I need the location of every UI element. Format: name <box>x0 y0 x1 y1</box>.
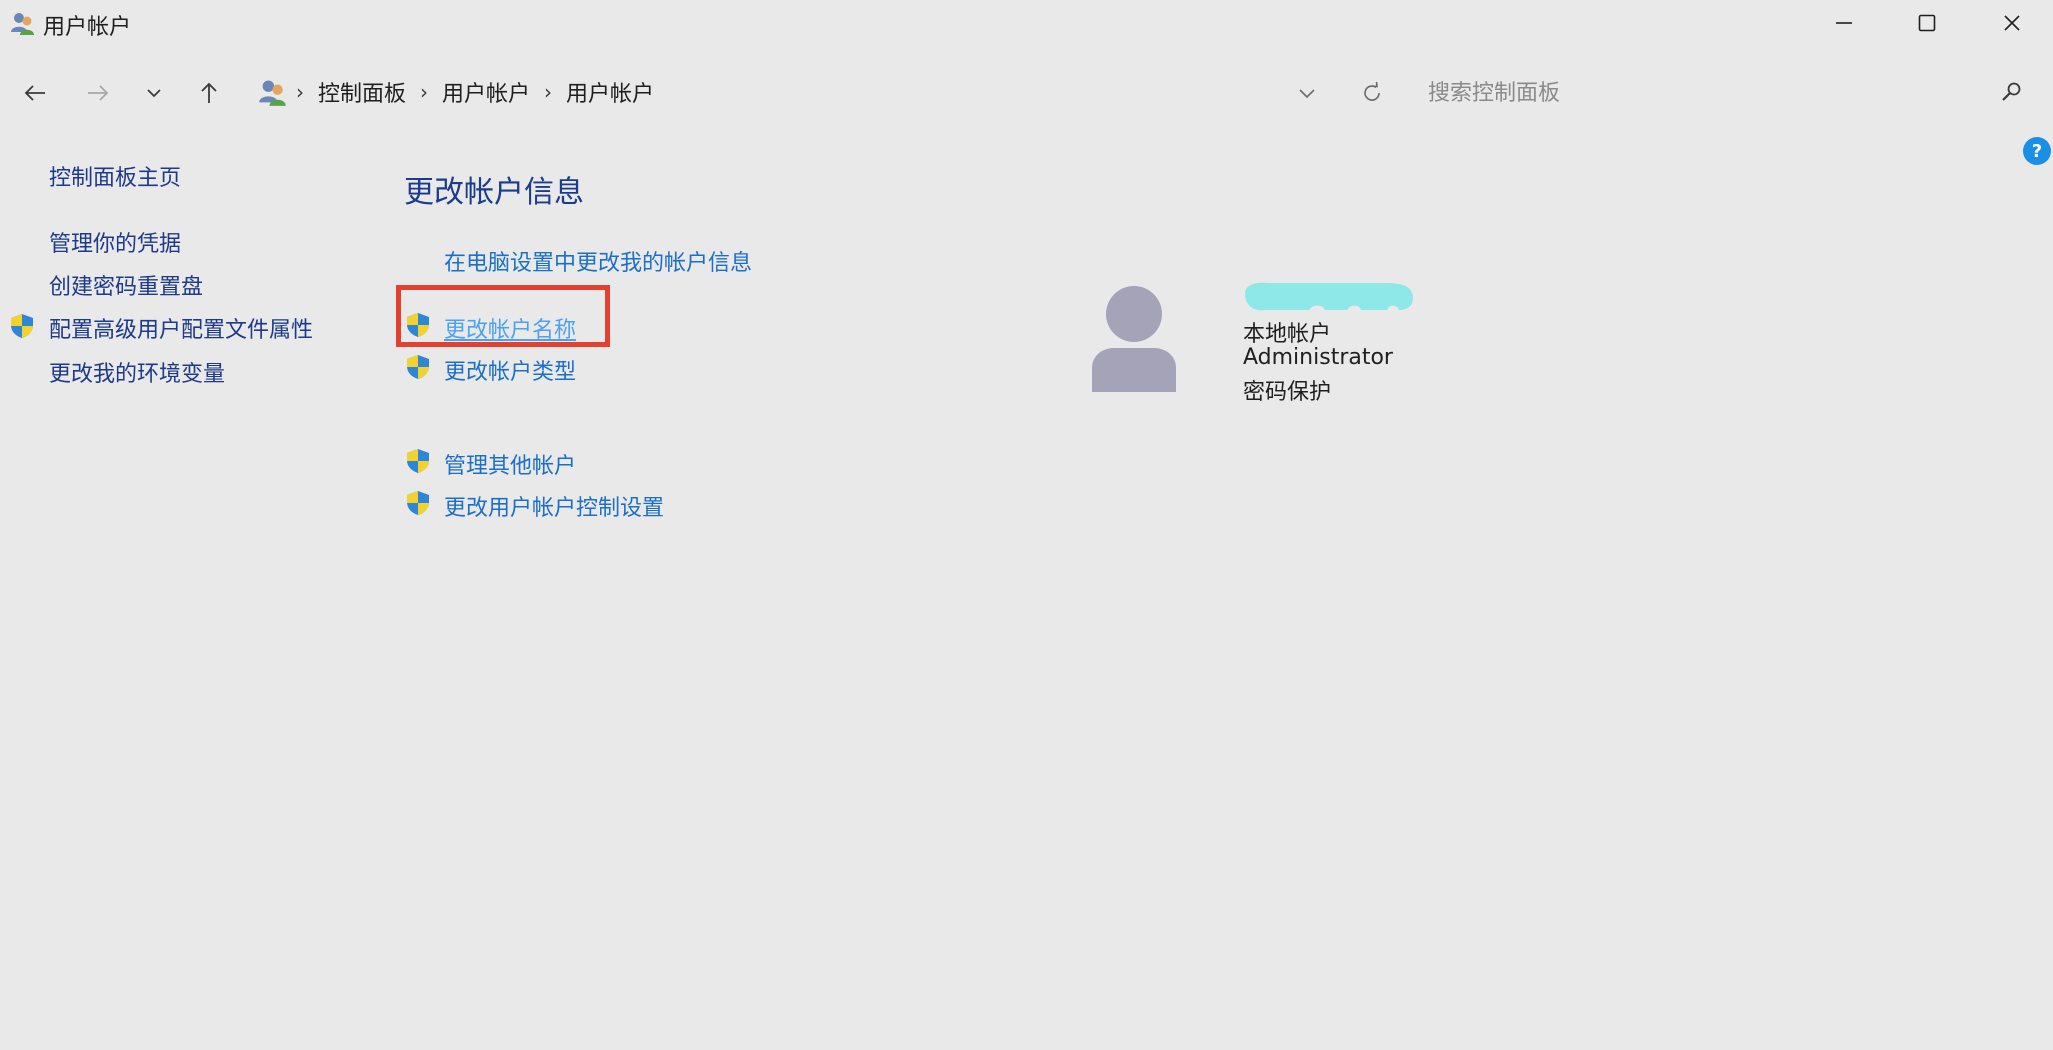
page-title: 更改帐户信息 <box>404 175 584 210</box>
search-button[interactable] <box>1997 77 2027 107</box>
forward-button[interactable] <box>81 76 115 110</box>
user-avatar-icon <box>1092 286 1176 392</box>
sidebar-item-control-panel-home[interactable]: 控制面板主页 <box>49 160 181 192</box>
sidebar-item-manage-credentials[interactable]: 管理你的凭据 <box>49 226 181 258</box>
breadcrumb-user-accounts[interactable]: 用户帐户 <box>442 76 530 108</box>
user-accounts-window: 用户帐户 › 控制面板 › 用户帐户 › 用户帐户 搜索控制面板 ? 控制面板主… <box>0 0 2053 1050</box>
arrow-left-icon <box>24 85 45 101</box>
refresh-icon <box>1364 81 1380 101</box>
task-change-account-type[interactable]: 更改帐户类型 <box>444 354 576 386</box>
window-title: 用户帐户 <box>43 15 132 40</box>
up-button[interactable] <box>192 76 226 110</box>
task-change-account-name[interactable]: 更改帐户名称 <box>444 312 576 344</box>
refresh-button[interactable] <box>1357 78 1387 108</box>
close-button[interactable] <box>1972 0 2052 46</box>
redacted-account-name <box>1245 282 1413 311</box>
title-bar: 用户帐户 <box>0 0 2053 46</box>
breadcrumb: › 控制面板 › 用户帐户 › 用户帐户 <box>296 76 654 108</box>
close-icon <box>2004 15 2020 31</box>
arrow-right-icon <box>88 85 109 101</box>
address-dropdown-button[interactable] <box>1292 78 1322 108</box>
uac-shield-icon <box>11 314 33 338</box>
task-change-account-in-pc-settings[interactable]: 在电脑设置中更改我的帐户信息 <box>444 245 752 277</box>
breadcrumb-separator[interactable]: › <box>296 80 304 104</box>
account-protection: 密码保护 <box>1243 380 1332 405</box>
uac-shield-icon <box>407 355 429 379</box>
account-role: Administrator <box>1243 345 1393 370</box>
help-button[interactable]: ? <box>2023 137 2051 165</box>
breadcrumb-control-panel[interactable]: 控制面板 <box>318 76 406 108</box>
sidebar-item-environment-variables[interactable]: 更改我的环境变量 <box>49 356 225 388</box>
address-bar-row: › 控制面板 › 用户帐户 › 用户帐户 <box>0 66 2053 118</box>
breadcrumb-separator[interactable]: › <box>420 80 428 104</box>
user-accounts-icon <box>11 13 34 35</box>
breadcrumb-user-accounts-current[interactable]: 用户帐户 <box>566 76 654 108</box>
maximize-icon <box>1918 14 1936 32</box>
task-change-uac-settings[interactable]: 更改用户帐户控制设置 <box>444 490 664 522</box>
breadcrumb-separator[interactable]: › <box>544 80 552 104</box>
recent-locations-button[interactable] <box>137 76 171 110</box>
user-accounts-icon <box>259 80 286 106</box>
uac-shield-icon <box>407 491 429 515</box>
sidebar-item-advanced-profile[interactable]: 配置高级用户配置文件属性 <box>49 312 313 344</box>
maximize-button[interactable] <box>1887 0 1967 46</box>
chevron-down-icon <box>147 89 161 98</box>
search-input[interactable] <box>1420 72 2000 114</box>
uac-shield-icon <box>407 449 429 473</box>
minimize-button[interactable] <box>1804 0 1884 46</box>
back-button[interactable] <box>18 76 52 110</box>
task-manage-other-accounts[interactable]: 管理其他帐户 <box>444 448 576 480</box>
sidebar-item-create-reset-disk[interactable]: 创建密码重置盘 <box>49 269 203 301</box>
arrow-up-icon <box>201 82 217 103</box>
search-icon <box>2002 82 2021 101</box>
minimize-icon <box>1836 22 1852 24</box>
account-type: 本地帐户 <box>1243 322 1332 347</box>
uac-shield-icon <box>407 313 429 337</box>
chevron-down-icon <box>1299 89 1315 99</box>
